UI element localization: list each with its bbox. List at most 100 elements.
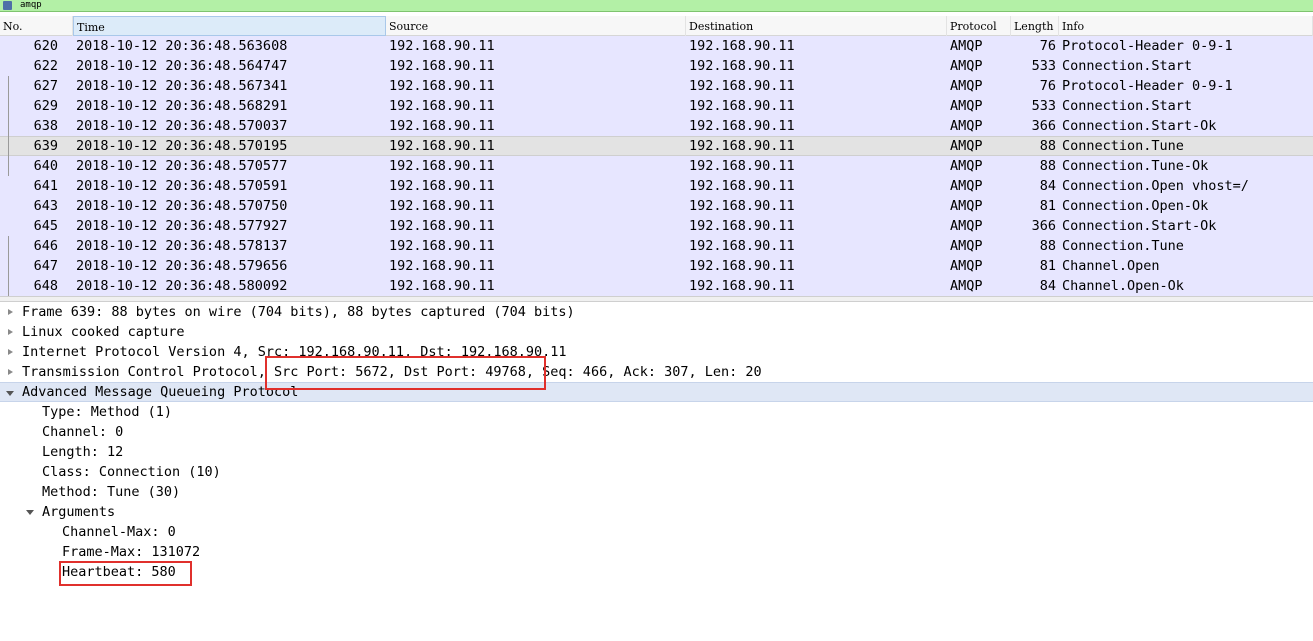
expanded-triangle-icon[interactable] [26, 510, 34, 515]
packet-row[interactable]: 627 2018-10-12 20:36:48.567341 192.168.90.… [0, 76, 1313, 96]
packet-cell-len: 84 [1039, 178, 1056, 194]
packet-cell-src: 192.168.90.11 [389, 138, 495, 154]
packet-cell-dst: 192.168.90.11 [689, 58, 795, 74]
packet-row[interactable]: 641 2018-10-12 20:36:48.570591 192.168.90.… [0, 176, 1313, 196]
tree-node-label: Advanced Message Queueing Protocol [22, 384, 299, 400]
packet-cell-len: 88 [1039, 238, 1056, 254]
packet-cell-len: 88 [1039, 158, 1056, 174]
packet-cell-time: 2018-10-12 20:36:48.563608 [76, 38, 288, 54]
packet-cell-info: Connection.Open vhost=/ [1062, 178, 1249, 194]
column-header-source[interactable]: Source [386, 16, 686, 36]
packet-cell-proto: AMQP [950, 138, 983, 154]
packet-cell-info: Protocol-Header 0-9-1 [1062, 78, 1233, 94]
column-header-info[interactable]: Info [1059, 16, 1313, 36]
packet-cell-time: 2018-10-12 20:36:48.567341 [76, 78, 288, 94]
tree-node[interactable]: Internet Protocol Version 4, Src: 192.16… [0, 342, 1313, 362]
tree-node-label: Frame-Max: 131072 [62, 544, 201, 560]
packet-cell-time: 2018-10-12 20:36:48.580092 [76, 278, 288, 294]
packet-cell-src: 192.168.90.11 [389, 218, 495, 234]
packet-details-tree[interactable]: Frame 639: 88 bytes on wire (704 bits), … [0, 302, 1313, 641]
related-packet-indicator [8, 76, 9, 176]
tree-node[interactable]: Method: Tune (30) [0, 482, 1313, 502]
bookmark-icon[interactable] [3, 1, 12, 10]
tree-node-selected[interactable]: Advanced Message Queueing Protocol [0, 382, 1313, 402]
filter-input[interactable] [20, 0, 420, 11]
packet-row[interactable]: 620 2018-10-12 20:36:48.563608 192.168.90.… [0, 36, 1313, 56]
tree-node[interactable]: Channel-Max: 0 [0, 522, 1313, 542]
packet-row[interactable]: 638 2018-10-12 20:36:48.570037 192.168.90.… [0, 116, 1313, 136]
tree-node[interactable]: Frame-Max: 131072 [0, 542, 1313, 562]
packet-cell-info: Connection.Open-Ok [1062, 198, 1209, 214]
tree-node[interactable]: Linux cooked capture [0, 322, 1313, 342]
packet-cell-info: Channel.Open-Ok [1062, 278, 1184, 294]
collapsed-triangle-icon[interactable] [8, 309, 13, 315]
packet-cell-src: 192.168.90.11 [389, 98, 495, 114]
packet-cell-src: 192.168.90.11 [389, 118, 495, 134]
packet-cell-info: Connection.Start [1062, 58, 1193, 74]
packet-row[interactable]: 645 2018-10-12 20:36:48.577927 192.168.90.… [0, 216, 1313, 236]
column-header-protocol[interactable]: Protocol [947, 16, 1011, 36]
packet-cell-no: 646 [33, 238, 58, 254]
collapsed-triangle-icon[interactable] [8, 329, 13, 335]
tree-node[interactable]: Type: Method (1) [0, 402, 1313, 422]
packet-cell-proto: AMQP [950, 38, 983, 54]
packet-cell-len: 533 [1031, 98, 1056, 114]
packet-cell-time: 2018-10-12 20:36:48.570037 [76, 118, 288, 134]
packet-cell-src: 192.168.90.11 [389, 238, 495, 254]
column-header-destination[interactable]: Destination [686, 16, 947, 36]
packet-row[interactable]: 640 2018-10-12 20:36:48.570577 192.168.90.… [0, 156, 1313, 176]
packet-cell-info: Channel.Open [1062, 258, 1160, 274]
packet-cell-src: 192.168.90.11 [389, 178, 495, 194]
packet-cell-dst: 192.168.90.11 [689, 278, 795, 294]
tree-node-label: Class: Connection (10) [42, 464, 221, 480]
packet-cell-dst: 192.168.90.11 [689, 158, 795, 174]
collapsed-triangle-icon[interactable] [8, 349, 13, 355]
tree-node-label: Frame 639: 88 bytes on wire (704 bits), … [22, 304, 575, 320]
tree-node[interactable]: Channel: 0 [0, 422, 1313, 442]
packet-cell-dst: 192.168.90.11 [689, 258, 795, 274]
packet-cell-len: 366 [1031, 218, 1056, 234]
packet-cell-proto: AMQP [950, 198, 983, 214]
packet-row[interactable]: 647 2018-10-12 20:36:48.579656 192.168.90.… [0, 256, 1313, 276]
packet-cell-time: 2018-10-12 20:36:48.568291 [76, 98, 288, 114]
packet-cell-dst: 192.168.90.11 [689, 98, 795, 114]
column-header-no[interactable]: No. [0, 16, 73, 36]
tree-node[interactable]: Length: 12 [0, 442, 1313, 462]
display-filter-bar[interactable] [0, 0, 1313, 12]
packet-row[interactable]: 622 2018-10-12 20:36:48.564747 192.168.90.… [0, 56, 1313, 76]
packet-row[interactable]: 648 2018-10-12 20:36:48.580092 192.168.90.… [0, 276, 1313, 296]
packet-row[interactable]: 646 2018-10-12 20:36:48.578137 192.168.90.… [0, 236, 1313, 256]
packet-cell-no: 645 [33, 218, 58, 234]
tree-node[interactable]: Arguments [0, 502, 1313, 522]
packet-list[interactable]: 620 2018-10-12 20:36:48.563608 192.168.90.… [0, 36, 1313, 296]
packet-row-selected[interactable]: 639 2018-10-12 20:36:48.570195 192.168.90.… [0, 136, 1313, 156]
packet-cell-dst: 192.168.90.11 [689, 178, 795, 194]
packet-cell-no: 648 [33, 278, 58, 294]
packet-cell-time: 2018-10-12 20:36:48.578137 [76, 238, 288, 254]
tree-node[interactable]: Frame 639: 88 bytes on wire (704 bits), … [0, 302, 1313, 322]
packet-cell-time: 2018-10-12 20:36:48.570195 [76, 138, 288, 154]
packet-row[interactable]: 629 2018-10-12 20:36:48.568291 192.168.90.… [0, 96, 1313, 116]
packet-cell-no: 639 [33, 138, 58, 154]
column-header-time[interactable]: Time [73, 16, 386, 36]
tree-node[interactable]: Class: Connection (10) [0, 462, 1313, 482]
packet-cell-dst: 192.168.90.11 [689, 38, 795, 54]
expanded-triangle-icon[interactable] [6, 391, 14, 396]
packet-cell-src: 192.168.90.11 [389, 58, 495, 74]
tree-node[interactable]: Heartbeat: 580 [0, 562, 1313, 582]
packet-cell-no: 647 [33, 258, 58, 274]
collapsed-triangle-icon[interactable] [8, 369, 13, 375]
tree-node[interactable]: Transmission Control Protocol, Src Port:… [0, 362, 1313, 382]
packet-cell-proto: AMQP [950, 118, 983, 134]
packet-cell-no: 643 [33, 198, 58, 214]
packet-cell-no: 641 [33, 178, 58, 194]
packet-cell-proto: AMQP [950, 278, 983, 294]
column-header-length[interactable]: Length [1011, 16, 1059, 36]
packet-cell-src: 192.168.90.11 [389, 78, 495, 94]
packet-cell-dst: 192.168.90.11 [689, 118, 795, 134]
packet-cell-dst: 192.168.90.11 [689, 238, 795, 254]
packet-row[interactable]: 643 2018-10-12 20:36:48.570750 192.168.90.… [0, 196, 1313, 216]
packet-cell-src: 192.168.90.11 [389, 278, 495, 294]
packet-cell-proto: AMQP [950, 238, 983, 254]
packet-cell-proto: AMQP [950, 158, 983, 174]
